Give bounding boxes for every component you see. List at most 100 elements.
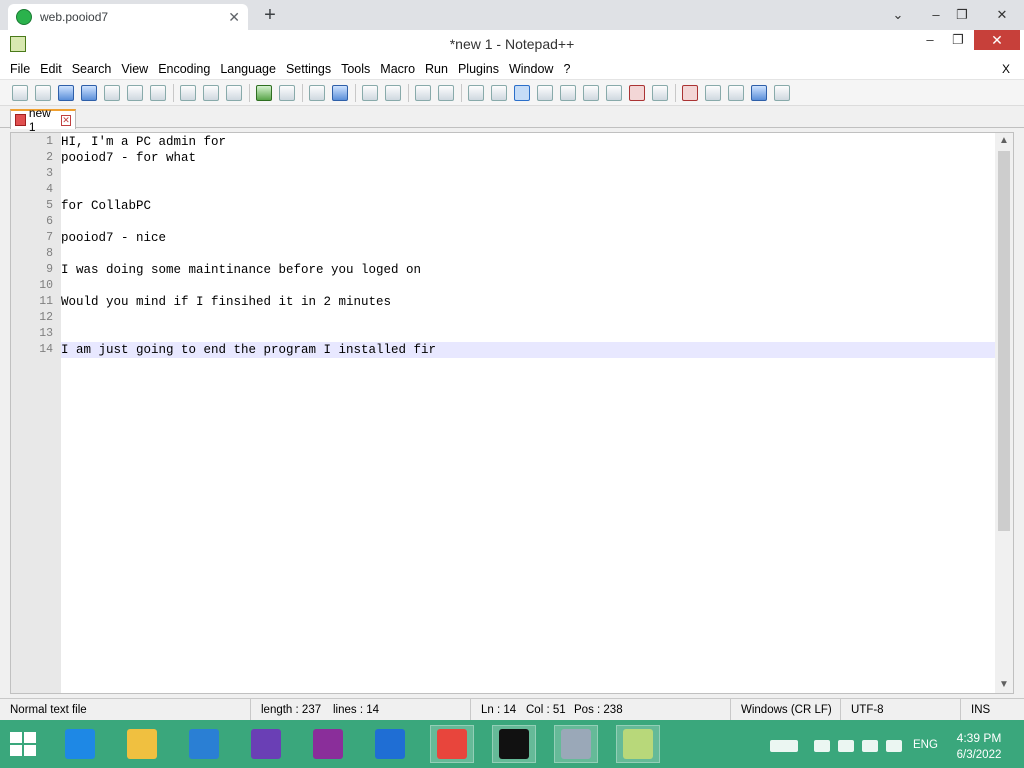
editor-line[interactable]: I am just going to end the program I ins…: [61, 342, 995, 358]
scroll-down-icon[interactable]: ▼: [995, 677, 1013, 693]
replace-icon[interactable]: [332, 84, 348, 101]
editor-line[interactable]: I was doing some maintinance before you …: [61, 262, 995, 278]
start-button[interactable]: [10, 732, 38, 758]
monitoring-icon[interactable]: [652, 84, 668, 101]
touch-keyboard-icon[interactable]: [770, 740, 798, 752]
save-macro-icon[interactable]: [774, 84, 790, 101]
browser-tab[interactable]: web.pooiod7 ✕: [8, 4, 248, 30]
record-macro-icon[interactable]: [682, 84, 698, 101]
run-macro-multiple-icon[interactable]: [751, 84, 767, 101]
menu-view[interactable]: View: [121, 62, 148, 76]
taskbar-settings-button[interactable]: [244, 725, 288, 763]
tab-new-1[interactable]: new 1 ✕: [10, 106, 76, 134]
find-icon[interactable]: [309, 84, 325, 101]
menu-window[interactable]: Window: [509, 62, 553, 76]
editor-line[interactable]: [61, 182, 995, 198]
input-language[interactable]: ENG: [913, 739, 938, 751]
taskbar-command-prompt-button[interactable]: [492, 725, 536, 763]
save-icon[interactable]: [58, 84, 74, 101]
menu-file[interactable]: File: [10, 62, 30, 76]
document-map-icon[interactable]: [560, 84, 576, 101]
editor-line[interactable]: pooiod7 - for what: [61, 150, 995, 166]
editor-line[interactable]: HI, I'm a PC admin for: [61, 134, 995, 150]
copy-icon[interactable]: [203, 84, 219, 101]
menu-tools[interactable]: Tools: [341, 62, 370, 76]
menu-plugins[interactable]: Plugins: [458, 62, 499, 76]
clock-date[interactable]: 6/3/2022: [954, 749, 1004, 761]
stop-recording-icon[interactable]: [705, 84, 721, 101]
taskbar-onedrive-button[interactable]: [368, 725, 412, 763]
close-document-button[interactable]: X: [1002, 62, 1010, 76]
menu-encoding[interactable]: Encoding: [158, 62, 210, 76]
save-all-icon[interactable]: [81, 84, 97, 101]
menu-settings[interactable]: Settings: [286, 62, 331, 76]
taskbar-weather-button[interactable]: [182, 725, 226, 763]
zoom-in-icon[interactable]: [362, 84, 378, 101]
new-tab-button[interactable]: +: [258, 4, 282, 28]
taskbar-chrome-button[interactable]: [430, 725, 474, 763]
maximize-button[interactable]: ❐: [944, 30, 972, 50]
taskbar-disk-utility-button[interactable]: [554, 725, 598, 763]
toolbar-separator: [173, 83, 174, 102]
editor-line[interactable]: [61, 278, 995, 294]
menu-run[interactable]: Run: [425, 62, 448, 76]
line-number: 13: [39, 327, 53, 340]
editor-line[interactable]: [61, 310, 995, 326]
editor-line[interactable]: [61, 326, 995, 342]
editor-line[interactable]: for CollabPC: [61, 198, 995, 214]
redo-icon[interactable]: [279, 84, 295, 101]
minimize-button[interactable]: –: [916, 30, 944, 50]
text-editor[interactable]: 1 2 3 4 5 6 7 8 9 10 11 12 13 14 HI, I'm a PC admin f…: [10, 132, 1014, 694]
menu-edit[interactable]: Edit: [40, 62, 62, 76]
folder-as-workspace-icon[interactable]: [629, 84, 645, 101]
browser-minimize-button[interactable]: –: [922, 4, 950, 26]
new-file-icon[interactable]: [12, 84, 28, 101]
zoom-out-icon[interactable]: [385, 84, 401, 101]
undo-icon[interactable]: [256, 84, 272, 101]
close-tab-icon[interactable]: ✕: [228, 9, 240, 26]
taskbar-internet-explorer-button[interactable]: [58, 725, 102, 763]
taskbar-onenote-button[interactable]: [306, 725, 350, 763]
cut-icon[interactable]: [180, 84, 196, 101]
user-defined-language-icon[interactable]: [537, 84, 553, 101]
show-all-characters-icon[interactable]: [491, 84, 507, 101]
menu-macro[interactable]: Macro: [380, 62, 415, 76]
browser-close-button[interactable]: ✕: [988, 4, 1016, 26]
indent-guide-icon[interactable]: [514, 84, 530, 101]
sync-vertical-scroll-icon[interactable]: [415, 84, 431, 101]
status-encoding: UTF-8: [840, 699, 884, 721]
close-tab-icon[interactable]: ✕: [61, 114, 71, 126]
network-icon[interactable]: [862, 740, 878, 752]
menu-language[interactable]: Language: [220, 62, 276, 76]
editor-line[interactable]: [61, 246, 995, 262]
power-icon[interactable]: [838, 740, 854, 752]
close-button[interactable]: ✕: [974, 30, 1020, 50]
function-list-icon[interactable]: [606, 84, 622, 101]
editor-line[interactable]: Would you mind if I finsihed it in 2 min…: [61, 294, 995, 310]
editor-line[interactable]: pooiod7 - nice: [61, 230, 995, 246]
editor-text-area[interactable]: HI, I'm a PC admin for pooiod7 - for what…: [61, 133, 995, 693]
taskbar-file-explorer-button[interactable]: [120, 725, 164, 763]
paste-icon[interactable]: [226, 84, 242, 101]
open-file-icon[interactable]: [35, 84, 51, 101]
sync-horizontal-scroll-icon[interactable]: [438, 84, 454, 101]
document-list-icon[interactable]: [583, 84, 599, 101]
editor-line[interactable]: [61, 166, 995, 182]
browser-restore-button[interactable]: ❐: [948, 4, 976, 26]
close-file-icon[interactable]: [104, 84, 120, 101]
clock-time[interactable]: 4:39 PM: [954, 731, 1004, 745]
volume-muted-icon[interactable]: [814, 740, 830, 752]
word-wrap-icon[interactable]: [468, 84, 484, 101]
menu-help[interactable]: ?: [563, 62, 570, 76]
tab-search-button[interactable]: ⌄: [884, 4, 912, 26]
scroll-thumb[interactable]: [998, 151, 1010, 531]
menu-search[interactable]: Search: [72, 62, 112, 76]
editor-line[interactable]: [61, 214, 995, 230]
vertical-scrollbar[interactable]: ▲ ▼: [995, 133, 1013, 693]
action-center-icon[interactable]: [886, 740, 902, 752]
taskbar-notepadpp-button[interactable]: [616, 725, 660, 763]
playback-macro-icon[interactable]: [728, 84, 744, 101]
close-all-icon[interactable]: [127, 84, 143, 101]
scroll-up-icon[interactable]: ▲: [995, 133, 1013, 149]
print-icon[interactable]: [150, 84, 166, 101]
